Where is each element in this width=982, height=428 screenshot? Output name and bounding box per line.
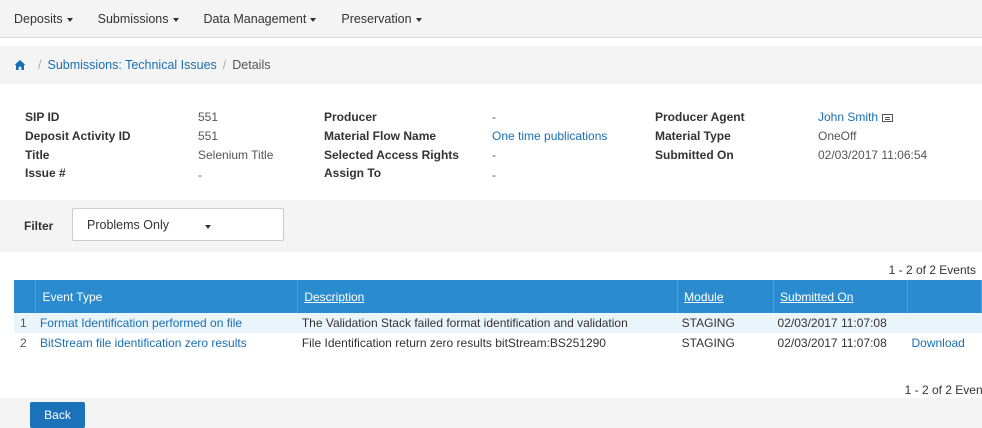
event-description: The Validation Stack failed format ident… (297, 313, 678, 333)
producer-agent-link[interactable]: John Smith (818, 110, 878, 124)
nav-preservation[interactable]: Preservation (341, 11, 422, 26)
issue-value: - (198, 168, 202, 182)
sip-details: SIP ID 551 Deposit Activity ID 551 Title… (14, 96, 982, 200)
sip-id-value: 551 (198, 110, 219, 124)
home-icon[interactable] (14, 59, 26, 71)
event-submitted-on: 02/03/2017 11:07:08 (777, 336, 887, 350)
caret-down-icon (415, 17, 422, 22)
producer-value: - (492, 110, 496, 124)
header-submitted-on[interactable]: Submitted On (773, 280, 908, 313)
assign-to-value: - (492, 168, 496, 182)
event-description: File Identification return zero results … (301, 336, 606, 350)
material-flow-link[interactable]: One time publications (492, 129, 607, 143)
filter-selected-value: Problems Only (87, 217, 169, 232)
deposit-activity-value: 551 (198, 129, 219, 143)
table-row: 1 Format Identification performed on fil… (14, 313, 982, 333)
breadcrumb-separator: / (222, 58, 227, 72)
breadcrumb-link-technical-issues[interactable]: Submissions: Technical Issues (47, 58, 216, 72)
caret-down-icon (310, 17, 317, 22)
table-row: 2 BitStream file identification zero res… (14, 333, 982, 353)
header-row-number (14, 280, 37, 313)
table-header-row: Event Type Description Module Submitted … (14, 280, 982, 313)
nav-submissions[interactable]: Submissions (98, 12, 179, 26)
producer-agent-label: Producer Agent (655, 110, 745, 124)
sip-id-label: SIP ID (25, 110, 60, 124)
back-button[interactable]: Back (30, 402, 85, 428)
top-nav: Deposits Submissions Data Management Pre… (0, 0, 982, 38)
filter-select[interactable]: Problems Only (72, 208, 284, 241)
title-label: Title (25, 148, 50, 162)
nav-deposits-label: Deposits (14, 11, 63, 26)
issue-label: Issue # (25, 166, 66, 180)
event-action (907, 313, 982, 333)
nav-submissions-label: Submissions (97, 11, 169, 26)
breadcrumb-current: Details (232, 58, 271, 72)
breadcrumb: / Submissions: Technical Issues / Detail… (14, 48, 982, 82)
row-number: 1 (14, 313, 36, 333)
submitted-on-value: 02/03/2017 11:06:54 (818, 148, 928, 162)
access-rights-label: Selected Access Rights (324, 148, 459, 162)
submitted-on-label: Submitted On (655, 148, 734, 162)
deposit-activity-label: Deposit Activity ID (25, 129, 131, 143)
nav-preservation-label: Preservation (341, 11, 412, 26)
header-actions (907, 280, 982, 313)
pagination-count-bottom: 1 - 2 of 2 Event (904, 383, 982, 397)
event-module: STAGING (681, 336, 735, 350)
event-module: STAGING (677, 313, 774, 333)
header-module[interactable]: Module (677, 280, 775, 313)
assign-to-label: Assign To (324, 166, 382, 180)
footer-bar (0, 398, 982, 428)
nav-data-management-label: Data Management (203, 11, 307, 26)
header-event-type: Event Type (35, 280, 299, 313)
caret-down-icon (172, 17, 179, 22)
contact-card-icon[interactable] (882, 113, 894, 122)
event-type-link[interactable]: BitStream file identification zero resul… (36, 333, 298, 353)
filter-label: Filter (24, 219, 54, 233)
material-flow-label: Material Flow Name (324, 129, 437, 143)
nav-deposits[interactable]: Deposits (14, 12, 73, 26)
caret-down-icon (66, 17, 73, 22)
material-type-value: OneOff (818, 129, 857, 143)
chevron-down-icon (205, 225, 211, 229)
row-number: 2 (20, 336, 27, 350)
download-link[interactable]: Download (907, 333, 981, 353)
producer-label: Producer (324, 110, 377, 124)
nav-data-management[interactable]: Data Management (204, 12, 317, 26)
producer-agent-value: John Smith (818, 110, 894, 124)
header-description[interactable]: Description (297, 280, 679, 313)
event-type-link[interactable]: Format Identification performed on file (35, 313, 298, 333)
events-table: Event Type Description Module Submitted … (14, 280, 982, 353)
access-rights-value: - (492, 148, 496, 162)
breadcrumb-separator: / (38, 58, 42, 72)
title-value: Selenium Title (198, 148, 274, 162)
pagination-count-top: 1 - 2 of 2 Events (888, 263, 976, 277)
material-type-label: Material Type (655, 129, 731, 143)
event-submitted-on: 02/03/2017 11:07:08 (773, 313, 908, 333)
